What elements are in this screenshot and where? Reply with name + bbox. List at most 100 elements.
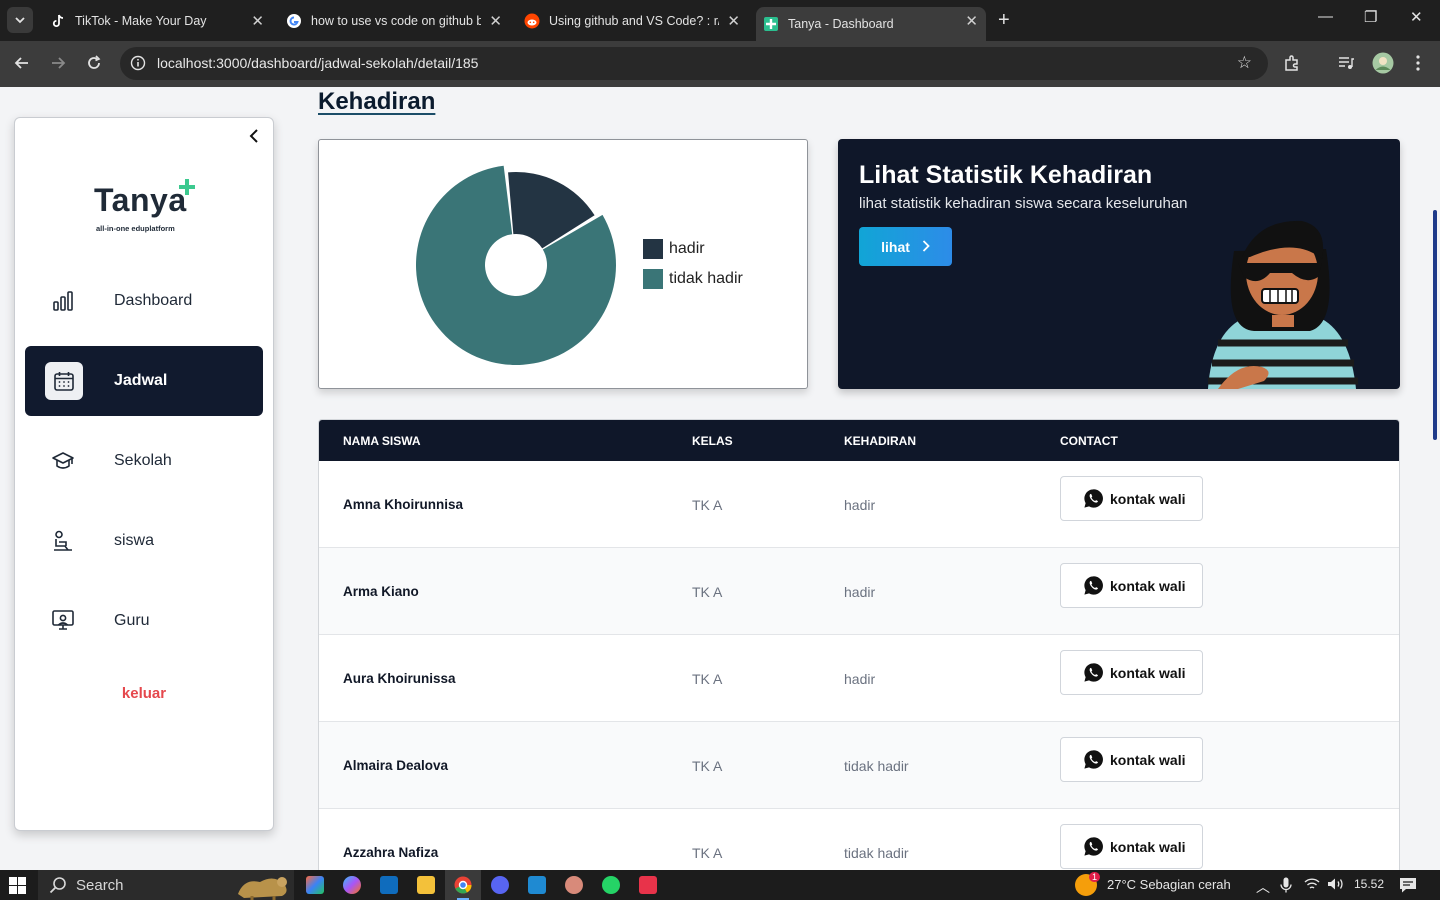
contact-guardian-button[interactable]: kontak wali bbox=[1060, 563, 1203, 608]
logo-wordmark: Tanya bbox=[94, 182, 187, 218]
sidebar-item-label: Jadwal bbox=[114, 372, 168, 389]
cell-class: TK A bbox=[692, 845, 723, 861]
cell-class: TK A bbox=[692, 758, 723, 774]
tab-title: how to use vs code on github b bbox=[311, 14, 481, 28]
address-bar[interactable]: localhost:3000/dashboard/jadwal-sekolah/… bbox=[120, 47, 1268, 80]
column-header-kehadiran: KEHADIRAN bbox=[844, 434, 916, 448]
new-tab-button[interactable]: + bbox=[998, 9, 1010, 32]
taskbar-app-discord[interactable] bbox=[491, 876, 509, 894]
google-icon bbox=[287, 14, 301, 28]
contact-guardian-button[interactable]: kontak wali bbox=[1060, 737, 1203, 782]
button-label: lihat bbox=[881, 238, 910, 255]
table-header: NAMA SISWA KELAS KEHADIRAN CONTACT bbox=[319, 420, 1399, 461]
cell-student-name: Amna Khoirunnisa bbox=[343, 497, 464, 512]
notification-icon[interactable] bbox=[1399, 877, 1417, 896]
cell-student-name: Almaira Dealova bbox=[343, 758, 449, 773]
table-row: Arma Kiano TK A hadir kontak wali bbox=[319, 548, 1399, 635]
attendance-donut-chart bbox=[416, 165, 616, 365]
sidebar-item-icon-box bbox=[45, 362, 83, 400]
legend-swatch bbox=[643, 269, 663, 289]
close-icon[interactable]: ✕ bbox=[727, 12, 740, 30]
chevron-left-icon bbox=[249, 129, 258, 143]
cell-student-name: Azzahra Nafiza bbox=[343, 845, 439, 860]
taskbar-app-character[interactable] bbox=[565, 876, 583, 894]
minimize-icon[interactable]: — bbox=[1318, 8, 1333, 25]
tab-title: Tanya - Dashboard bbox=[788, 17, 894, 31]
browser-menu-icon[interactable] bbox=[1408, 53, 1428, 73]
weather-badge: 1 bbox=[1089, 872, 1101, 882]
back-icon[interactable] bbox=[12, 53, 32, 73]
forward-icon[interactable] bbox=[48, 53, 68, 73]
chrome-icon bbox=[454, 876, 472, 894]
wifi-icon[interactable] bbox=[1304, 877, 1320, 894]
page-scrollbar[interactable] bbox=[1433, 210, 1437, 440]
tray-overflow-icon[interactable]: ︿ bbox=[1256, 877, 1270, 897]
page-title: Kehadiran bbox=[318, 88, 436, 115]
browser-tab-bar: TikTok - Make Your Day ✕ how to use vs c… bbox=[0, 0, 1440, 41]
sidebar-item-label: Sekolah bbox=[114, 452, 172, 469]
sidebar-item-sekolah[interactable]: Sekolah bbox=[25, 426, 263, 496]
clock-time[interactable]: 15.52 bbox=[1354, 877, 1384, 891]
browser-tab-reddit[interactable]: Using github and VS Code? : r/ ✕ bbox=[518, 7, 748, 35]
student-icon bbox=[54, 530, 72, 551]
statistics-promo-card: Lihat Statistik Kehadiran lihat statisti… bbox=[838, 139, 1400, 389]
taskbar-app-store[interactable] bbox=[380, 876, 398, 894]
bar-chart-icon bbox=[53, 291, 73, 311]
weather-sun-icon[interactable]: 1 bbox=[1075, 872, 1101, 896]
column-header-contact: CONTACT bbox=[1060, 434, 1118, 448]
button-label: kontak wali bbox=[1110, 490, 1186, 507]
volume-icon[interactable] bbox=[1327, 877, 1345, 894]
whatsapp-icon bbox=[1084, 489, 1103, 508]
reddit-icon bbox=[524, 13, 540, 29]
tanya-favicon-icon bbox=[764, 17, 778, 31]
logo-tagline: all-in-one eduplatform bbox=[96, 224, 175, 233]
cell-student-name: Arma Kiano bbox=[343, 584, 419, 599]
legend-item-tidak-hadir: tidak hadir bbox=[643, 269, 743, 289]
browser-tab-tanya[interactable]: Tanya - Dashboard ✕ bbox=[756, 7, 986, 41]
legend-swatch bbox=[643, 239, 663, 259]
chevron-right-icon bbox=[922, 239, 930, 255]
extensions-icon[interactable] bbox=[1282, 53, 1302, 73]
sidebar-item-siswa[interactable]: siswa bbox=[25, 506, 263, 576]
sidebar-item-dashboard[interactable]: Dashboard bbox=[25, 266, 263, 336]
bookmark-star-icon[interactable]: ☆ bbox=[1237, 53, 1252, 73]
tab-search-button[interactable] bbox=[7, 7, 33, 33]
sidebar-collapse-button[interactable] bbox=[247, 128, 263, 144]
microphone-icon[interactable] bbox=[1280, 877, 1292, 896]
contact-guardian-button[interactable]: kontak wali bbox=[1060, 824, 1203, 869]
taskbar-app-pocket[interactable] bbox=[639, 876, 657, 894]
media-queue-icon[interactable] bbox=[1336, 53, 1356, 73]
sidebar-item-guru[interactable]: Guru bbox=[25, 586, 263, 656]
sidebar-item-jadwal[interactable]: Jadwal bbox=[25, 346, 263, 416]
view-statistics-button[interactable]: lihat bbox=[859, 227, 952, 266]
cell-class: TK A bbox=[692, 671, 723, 687]
table-row: Amna Khoirunnisa TK A hadir kontak wali bbox=[319, 461, 1399, 548]
close-icon[interactable]: ✕ bbox=[965, 12, 978, 30]
taskbar-app-chrome-active[interactable] bbox=[445, 870, 481, 900]
person-sunglasses-illustration bbox=[1208, 220, 1358, 389]
taskbar-app-whatsapp[interactable] bbox=[602, 876, 620, 894]
contact-guardian-button[interactable]: kontak wali bbox=[1060, 476, 1203, 521]
cell-attendance: hadir bbox=[844, 497, 876, 513]
windows-start-icon[interactable] bbox=[9, 877, 26, 899]
taskbar-app-copilot[interactable] bbox=[343, 876, 361, 894]
weather-text[interactable]: 27°C Sebagian cerah bbox=[1107, 877, 1231, 892]
contact-guardian-button[interactable]: kontak wali bbox=[1060, 650, 1203, 695]
browser-tab-tiktok[interactable]: TikTok - Make Your Day ✕ bbox=[42, 7, 272, 35]
site-info-icon[interactable] bbox=[130, 55, 146, 71]
logout-button[interactable]: keluar bbox=[15, 685, 273, 702]
restore-icon[interactable]: ❐ bbox=[1364, 8, 1377, 26]
close-icon[interactable]: ✕ bbox=[251, 12, 264, 30]
close-icon[interactable]: ✕ bbox=[489, 12, 502, 30]
browser-tab-google[interactable]: how to use vs code on github b ✕ bbox=[280, 7, 510, 35]
taskbar-app-vscode[interactable] bbox=[528, 876, 546, 894]
taskbar-app-file-explorer[interactable] bbox=[417, 876, 435, 894]
teacher-icon bbox=[52, 610, 74, 630]
reload-icon[interactable] bbox=[84, 53, 104, 73]
chevron-down-icon bbox=[15, 16, 25, 23]
search-highlight-animal-icon bbox=[238, 877, 287, 900]
window-close-icon[interactable]: ✕ bbox=[1410, 8, 1423, 26]
taskbar-app-widgets[interactable] bbox=[306, 876, 324, 894]
profile-avatar[interactable] bbox=[1372, 52, 1394, 74]
taskbar-search-box[interactable]: Search bbox=[38, 870, 294, 900]
